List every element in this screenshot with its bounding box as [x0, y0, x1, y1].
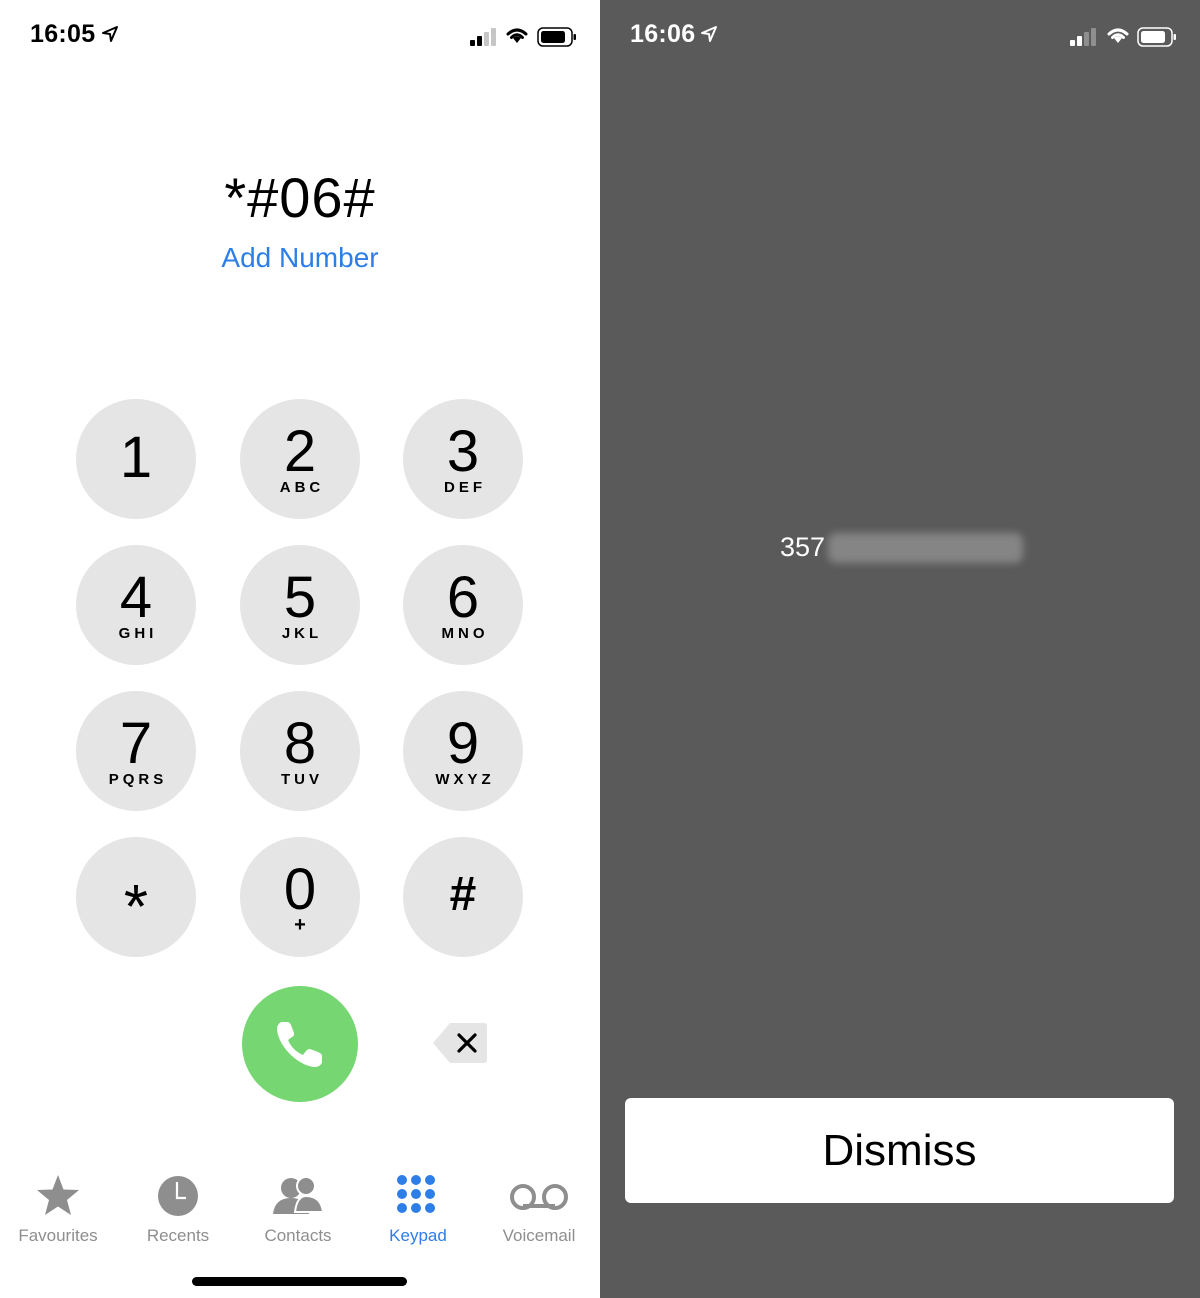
key-digit: 6 [446, 565, 480, 630]
key-2[interactable]: 2 ABC [240, 399, 360, 519]
key-3[interactable]: 3 DEF [403, 399, 523, 519]
key-digit: 1 [119, 425, 153, 490]
tab-label: Favourites [18, 1226, 98, 1245]
tab-keypad[interactable]: Keypad [363, 1172, 473, 1246]
status-time: 16:05 [30, 20, 96, 48]
key-star[interactable]: * [76, 837, 196, 957]
key-letters: JKL [281, 625, 323, 642]
call-button[interactable] [242, 986, 358, 1102]
key-6[interactable]: 6 MNO [403, 545, 523, 665]
cellular-signal-icon [470, 28, 496, 46]
key-letters: PQRS [108, 771, 168, 788]
key-8[interactable]: 8 TUV [240, 691, 360, 811]
dialed-number-display: *#06# [224, 166, 376, 229]
people-icon [273, 1176, 325, 1214]
imei-redaction-blur [828, 533, 1023, 563]
key-letters: DEF [444, 479, 486, 496]
location-arrow-icon [701, 26, 717, 42]
key-0[interactable]: 0 + [240, 837, 360, 957]
key-7[interactable]: 7 PQRS [76, 691, 196, 811]
phone-icon [277, 1022, 322, 1067]
tab-label: Contacts [264, 1226, 332, 1245]
key-letters: WXYZ [435, 771, 495, 788]
status-time: 16:06 [630, 20, 696, 48]
tab-recents[interactable]: Recents [123, 1172, 233, 1246]
cellular-signal-icon [1070, 28, 1096, 46]
tab-label: Recents [146, 1226, 210, 1245]
dismiss-button[interactable]: Dismiss [625, 1098, 1174, 1203]
backspace-icon[interactable] [432, 1022, 488, 1064]
key-digit: 3 [446, 419, 480, 484]
key-digit: 5 [283, 565, 317, 630]
star-icon [37, 1175, 79, 1215]
tab-label: Voicemail [502, 1226, 576, 1245]
key-digit: 0 [283, 857, 317, 922]
battery-icon [1137, 27, 1176, 47]
tab-favourites[interactable]: Favourites [3, 1172, 113, 1246]
key-digit: 9 [446, 711, 480, 776]
key-plus: + [294, 914, 306, 936]
key-digit: 4 [119, 565, 153, 630]
tab-label: Keypad [389, 1226, 447, 1245]
key-digit: 2 [283, 419, 317, 484]
key-hash[interactable]: # [403, 837, 523, 957]
key-digit: 7 [119, 711, 153, 776]
key-4[interactable]: 4 GHI [76, 545, 196, 665]
key-5[interactable]: 5 JKL [240, 545, 360, 665]
key-letters: GHI [118, 625, 158, 642]
imei-number: 357 [780, 532, 826, 562]
tab-contacts[interactable]: Contacts [243, 1172, 353, 1246]
clock-icon [158, 1176, 198, 1216]
keypad-grid-icon [397, 1175, 435, 1213]
dismiss-label: Dismiss [822, 1126, 977, 1175]
battery-icon [537, 27, 576, 47]
key-letters: ABC [279, 479, 325, 496]
wifi-icon [1107, 28, 1129, 43]
location-arrow-icon [102, 26, 118, 42]
tab-voicemail[interactable]: Voicemail [484, 1172, 594, 1246]
key-letters: MNO [441, 625, 489, 642]
key-9[interactable]: 9 WXYZ [403, 691, 523, 811]
phone-keypad-screen: 16:05 *#06# Add Number 1 2 ABC 3 DEF 4 G… [0, 0, 600, 1298]
key-digit: * [123, 873, 149, 942]
voicemail-icon [510, 1184, 568, 1210]
key-digit: 8 [283, 711, 317, 776]
key-digit: # [449, 868, 477, 921]
status-bar: 16:05 [0, 0, 600, 72]
add-number-link[interactable]: Add Number [0, 242, 600, 274]
key-letters: TUV [281, 771, 323, 788]
home-indicator[interactable] [192, 1277, 407, 1286]
key-1[interactable]: 1 [76, 399, 196, 519]
wifi-icon [506, 28, 528, 43]
